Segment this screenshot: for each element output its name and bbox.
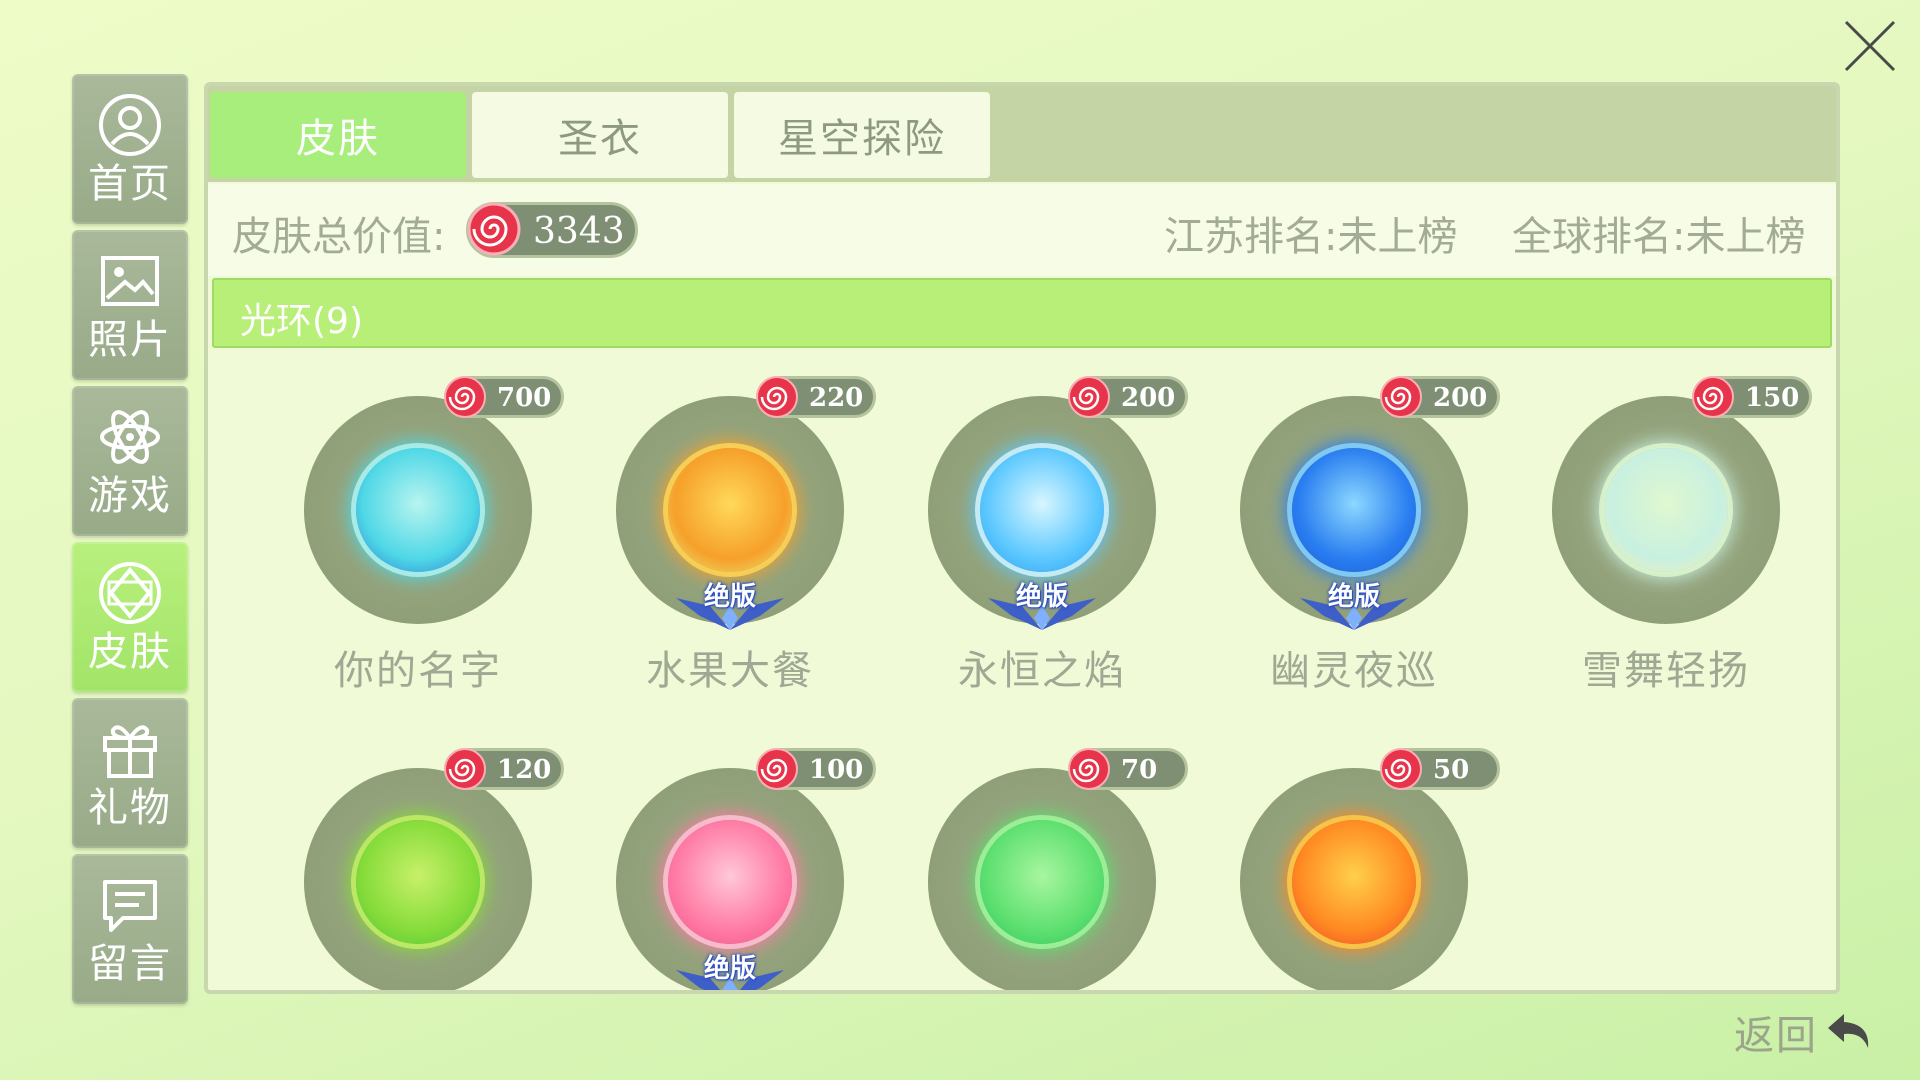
halo-item[interactable]: 120 — [254, 748, 566, 990]
limited-badge-text: 绝版 — [1015, 582, 1068, 612]
price-pill: 200 — [1068, 376, 1188, 418]
price-pill: 100 — [756, 748, 876, 790]
limited-badge: 绝版 — [670, 948, 790, 990]
price-pill: 700 — [444, 376, 564, 418]
limited-badge: 绝版 — [670, 576, 790, 632]
halo-orb — [668, 820, 792, 944]
halo-orb — [356, 820, 480, 944]
halo-item[interactable]: 200 绝版幽灵夜巡 — [1190, 376, 1502, 716]
atom-icon — [100, 410, 160, 464]
price-pill: 70 — [1068, 748, 1188, 790]
item-price: 200 — [1121, 383, 1176, 413]
candy-coin-icon — [444, 376, 486, 418]
gift-icon — [103, 725, 157, 778]
halo-orb — [668, 448, 792, 572]
sidebar-item-label: 照片 — [88, 317, 172, 363]
halo-orb — [1292, 448, 1416, 572]
back-button[interactable]: 返回 — [1734, 1002, 1878, 1062]
item-name: 你的名字 — [334, 648, 502, 694]
limited-badge-text: 绝版 — [703, 954, 756, 984]
item-name: 水果大餐 — [646, 648, 814, 694]
halo-orb — [356, 448, 480, 572]
halo-item[interactable]: 150 雪舞轻扬 — [1502, 376, 1814, 716]
sidebar-item-label: 礼物 — [88, 785, 172, 831]
price-pill: 50 — [1380, 748, 1500, 790]
item-price: 100 — [809, 755, 864, 785]
sidebar-item-home[interactable]: 首页 — [72, 74, 188, 224]
gem-icon — [99, 562, 161, 624]
item-price: 220 — [809, 383, 864, 413]
sidebar-item-messages[interactable]: 留言 — [72, 854, 188, 1004]
candy-coin-icon — [1068, 748, 1110, 790]
limited-badge: 绝版 — [1294, 576, 1414, 632]
halo-item[interactable]: 50 — [1190, 748, 1502, 990]
close-icon — [1844, 20, 1896, 72]
limited-badge: 绝版 — [982, 576, 1102, 632]
photo-icon — [101, 256, 159, 306]
sidebar-item-photos[interactable]: 照片 — [72, 230, 188, 380]
sidebar-item-skins[interactable]: 皮肤 — [72, 542, 188, 692]
halo-item[interactable]: 70 — [878, 748, 1190, 990]
sidebar: 首页 照片 游戏 皮肤 礼物 留言 — [72, 74, 188, 1010]
return-arrow-icon — [1828, 1014, 1869, 1048]
candy-coin-icon — [1380, 748, 1422, 790]
halo-item[interactable]: 200 绝版永恒之焰 — [878, 376, 1190, 716]
price-pill: 150 — [1692, 376, 1812, 418]
halo-item[interactable]: 700 你的名字 — [254, 376, 566, 716]
user-icon — [99, 94, 161, 156]
item-price: 150 — [1745, 383, 1800, 413]
back-label: 返回 — [1734, 1013, 1818, 1059]
candy-coin-icon — [1380, 376, 1422, 418]
sidebar-item-label: 留言 — [88, 941, 172, 987]
sidebar-item-gifts[interactable]: 礼物 — [72, 698, 188, 848]
halo-orb — [1604, 448, 1728, 572]
close-button[interactable] — [1838, 14, 1902, 78]
candy-coin-icon — [444, 748, 486, 790]
price-pill: 220 — [756, 376, 876, 418]
sidebar-item-label: 皮肤 — [88, 629, 172, 675]
message-icon — [103, 880, 157, 932]
item-price: 700 — [497, 383, 552, 413]
candy-coin-icon — [756, 376, 798, 418]
limited-badge-text: 绝版 — [1327, 582, 1380, 612]
candy-coin-icon — [1692, 376, 1734, 418]
limited-badge-text: 绝版 — [703, 582, 756, 612]
candy-coin-icon — [1068, 376, 1110, 418]
sidebar-item-games[interactable]: 游戏 — [72, 386, 188, 536]
halo-item[interactable]: 100 绝版 — [566, 748, 878, 990]
item-name: 永恒之焰 — [958, 648, 1126, 694]
sidebar-item-label: 游戏 — [88, 473, 172, 519]
halo-item[interactable]: 220 绝版水果大餐 — [566, 376, 878, 716]
halo-orb — [980, 448, 1104, 572]
item-price: 70 — [1121, 755, 1158, 785]
price-pill: 120 — [444, 748, 564, 790]
skins-panel: 皮肤 圣衣 星空探险 皮肤总价值: 3343 江苏排名:未上榜 全球排名:未上榜… — [204, 82, 1840, 994]
price-pill: 200 — [1380, 376, 1500, 418]
sidebar-item-label: 首页 — [88, 161, 172, 207]
candy-coin-icon — [756, 748, 798, 790]
item-name: 雪舞轻扬 — [1582, 648, 1750, 694]
item-name: 幽灵夜巡 — [1270, 648, 1438, 694]
halo-grid: 700 你的名字 220 绝版 水果大餐 200 绝版 永恒之焰 200 绝版 幽灵夜巡 150 雪舞轻… — [208, 86, 1836, 990]
halo-orb — [980, 820, 1104, 944]
item-price: 200 — [1433, 383, 1488, 413]
halo-orb — [1292, 820, 1416, 944]
item-price: 50 — [1433, 755, 1470, 785]
item-price: 120 — [497, 755, 552, 785]
